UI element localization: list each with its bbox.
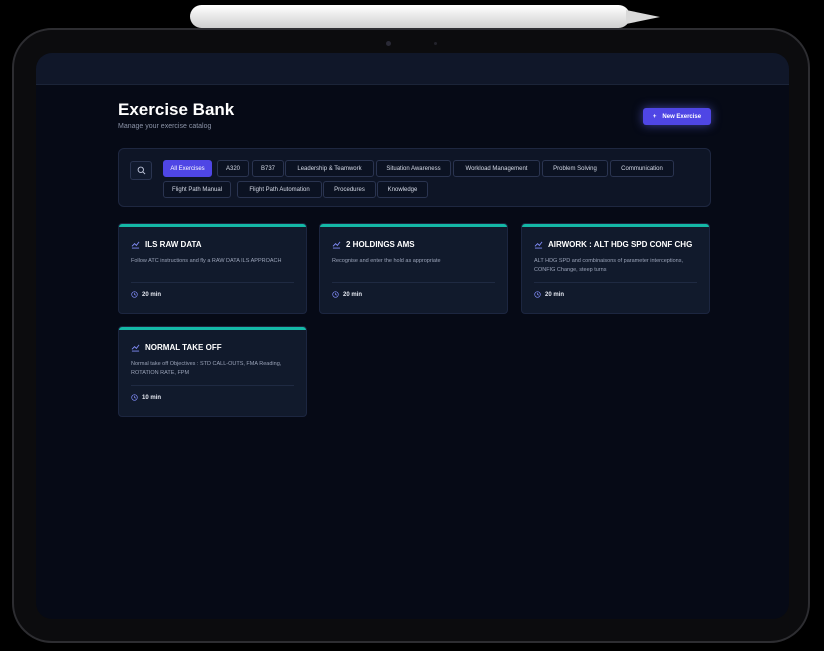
- clock-icon: [131, 394, 138, 401]
- app-screen: Exercise Bank Manage your exercise catal…: [36, 53, 789, 619]
- card-title: NORMAL TAKE OFF: [145, 343, 222, 352]
- exercise-card[interactable]: AIRWORK : ALT HDG SPD CONF CHG ALT HDG S…: [521, 223, 710, 314]
- filter-chip-communication[interactable]: Communication: [610, 160, 674, 177]
- card-divider: [332, 282, 495, 283]
- new-exercise-label: New Exercise: [662, 113, 702, 120]
- page-title: Exercise Bank: [118, 100, 235, 119]
- card-duration: 10 min: [142, 394, 162, 401]
- card-duration: 20 min: [545, 291, 565, 298]
- page-subtitle: Manage your exercise catalog: [118, 123, 212, 130]
- exercise-card[interactable]: ILS RAW DATA Follow ATC instructions and…: [118, 223, 307, 314]
- plus-icon: +: [652, 113, 657, 120]
- filter-chip-knowledge[interactable]: Knowledge: [377, 181, 428, 198]
- stylus-tip: [626, 10, 660, 24]
- card-description: Follow ATC instructions and fly a RAW DA…: [131, 258, 282, 264]
- card-description: ALT HDG SPD and combinaisons of paramete…: [534, 258, 683, 273]
- card-title: ILS RAW DATA: [145, 240, 202, 249]
- filter-chip-a320[interactable]: A320: [217, 160, 249, 177]
- sensor-dot: [434, 42, 437, 45]
- card-description: Recognise and enter the hold as appropri…: [332, 258, 441, 264]
- filter-chip-workload-management[interactable]: Workload Management: [453, 160, 540, 177]
- new-exercise-button[interactable]: + New Exercise: [643, 108, 711, 125]
- filter-panel: All Exercises A320 B737 Leadership & Tea…: [118, 148, 711, 207]
- filter-chip-flight-path-manual[interactable]: Flight Path Manual: [163, 181, 231, 198]
- card-accent-bar: [119, 327, 306, 330]
- clock-icon: [131, 291, 138, 298]
- exercise-card[interactable]: NORMAL TAKE OFF Normal take off Objectiv…: [118, 326, 307, 417]
- trend-icon: [131, 241, 140, 249]
- filter-chip-situation-awareness[interactable]: Situation Awareness: [376, 160, 451, 177]
- stylus-body: [190, 5, 630, 28]
- filter-chip-all-exercises[interactable]: All Exercises: [163, 160, 212, 177]
- camera-dot: [386, 41, 391, 46]
- filter-chip-procedures[interactable]: Procedures: [323, 181, 376, 198]
- card-accent-bar: [119, 224, 306, 227]
- trend-icon: [131, 344, 140, 352]
- card-title: 2 HOLDINGS AMS: [346, 240, 415, 249]
- filter-chip-flight-path-automation[interactable]: Flight Path Automation: [237, 181, 322, 198]
- card-divider: [131, 385, 294, 386]
- clock-icon: [332, 291, 339, 298]
- trend-icon: [534, 241, 543, 249]
- card-accent-bar: [320, 224, 507, 227]
- trend-icon: [332, 241, 341, 249]
- card-duration: 20 min: [142, 291, 162, 298]
- search-icon: [137, 166, 145, 175]
- filter-chip-problem-solving[interactable]: Problem Solving: [542, 160, 608, 177]
- card-divider: [534, 282, 697, 283]
- card-title: AIRWORK : ALT HDG SPD CONF CHG: [548, 240, 693, 249]
- filter-chip-b737[interactable]: B737: [252, 160, 284, 177]
- exercise-card[interactable]: 2 HOLDINGS AMS Recognise and enter the h…: [319, 223, 508, 314]
- clock-icon: [534, 291, 541, 298]
- card-accent-bar: [522, 224, 709, 227]
- card-duration: 20 min: [343, 291, 363, 298]
- card-description: Normal take off Objectives : STD CALL-OU…: [131, 361, 282, 376]
- top-bar: [36, 53, 789, 85]
- search-button[interactable]: [130, 161, 152, 180]
- card-divider: [131, 282, 294, 283]
- filter-chip-leadership-teamwork[interactable]: Leadership & Teamwork: [285, 160, 374, 177]
